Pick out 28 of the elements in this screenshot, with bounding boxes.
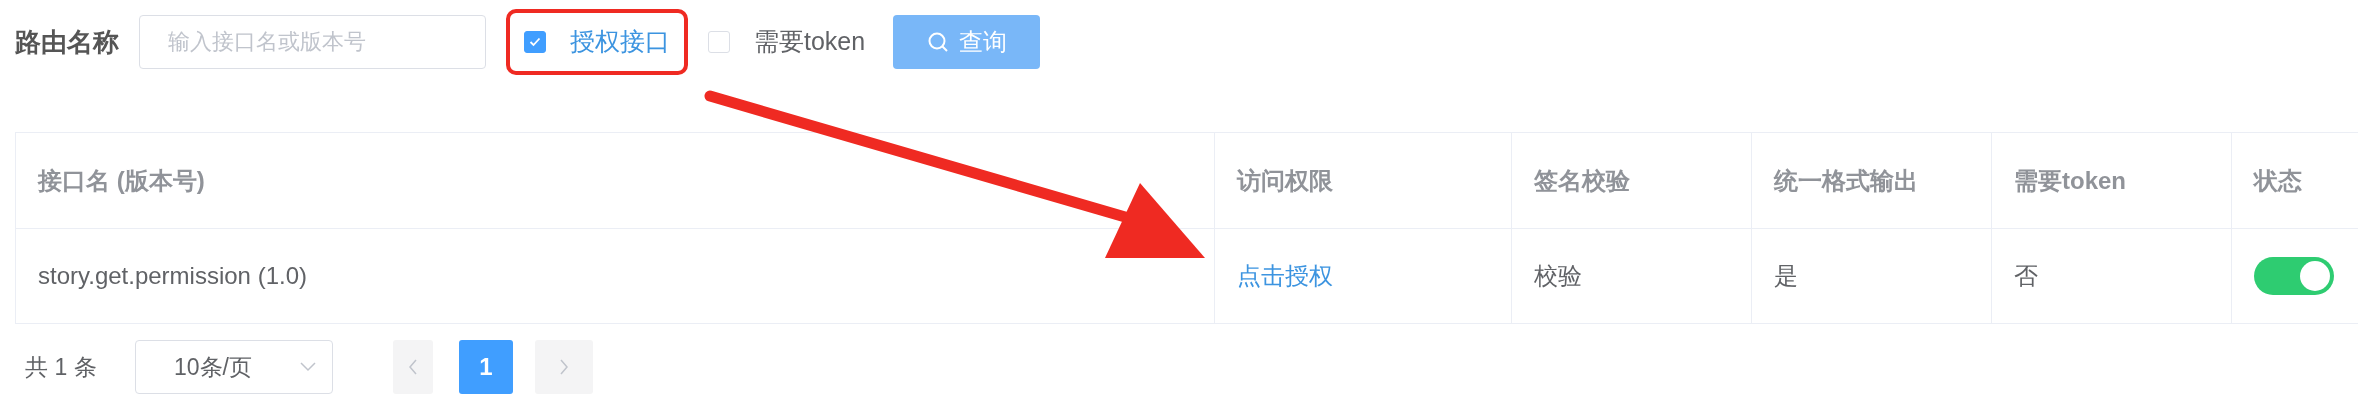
column-header: 访问权限 (1237, 165, 1333, 196)
table-cell-text: 否 (2014, 261, 2038, 291)
search-field[interactable]: 输入接口名或版本号 (139, 15, 486, 69)
chevron-down-icon (300, 362, 316, 372)
table-cell-text: story.get.permission (1.0) (38, 261, 307, 291)
check-icon (529, 37, 541, 47)
column-header: 接口名 (版本号) (38, 165, 205, 196)
table-cell-text: 校验 (1534, 261, 1582, 291)
status-switch[interactable] (2254, 257, 2334, 295)
column-header: 需要token (2014, 165, 2126, 196)
column-header: 统一格式输出 (1774, 165, 1918, 196)
table-cell-text: 是 (1774, 261, 1798, 291)
checkbox-label[interactable]: 需要token (754, 23, 866, 61)
filter-label: 路由名称 (15, 25, 119, 59)
next-page-button[interactable] (535, 340, 593, 394)
column-header: 状态 (2254, 165, 2302, 196)
page-size-select[interactable]: 10条/页 (135, 340, 333, 394)
column-header: 签名校验 (1534, 165, 1630, 196)
chevron-right-icon (559, 359, 569, 375)
total-count: 共 1 条 (25, 352, 98, 382)
authorize-link[interactable]: 点击授权 (1237, 258, 1333, 294)
page-button[interactable]: 1 (459, 340, 513, 394)
checkbox[interactable] (524, 31, 546, 53)
search-button[interactable]: 查询 (893, 15, 1041, 69)
chevron-left-icon (408, 359, 418, 375)
checkbox-label[interactable]: 授权接口 (570, 23, 670, 61)
previous-page-button[interactable] (393, 340, 433, 394)
search-icon (926, 31, 949, 53)
